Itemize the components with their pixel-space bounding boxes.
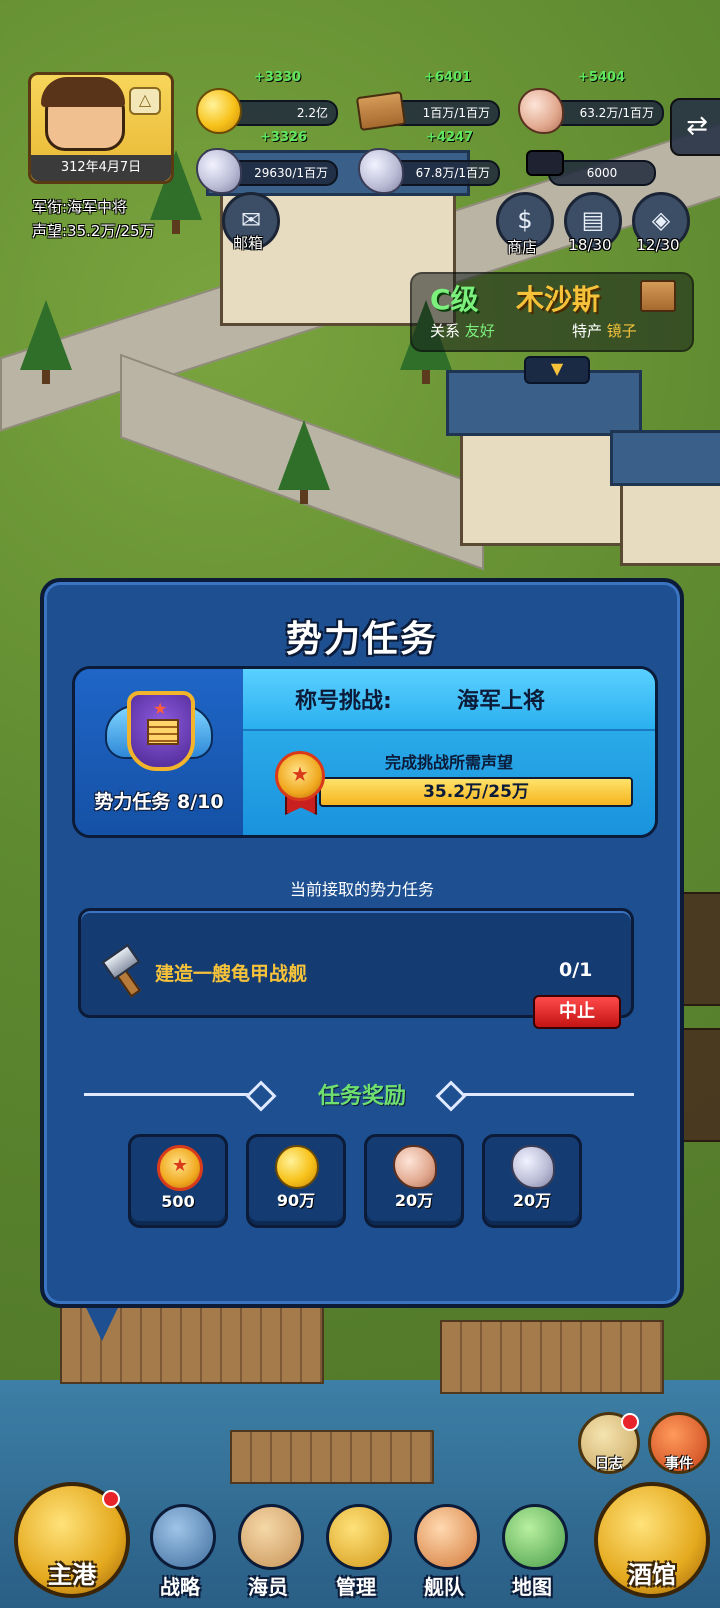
current-task-heading: 当前接取的势力任务: [289, 880, 434, 899]
map-icon: [502, 1504, 568, 1570]
current-task-card: 建造一艘龟甲战舰 0/1 中止: [78, 908, 634, 1029]
reputation-medal-icon: ★: [157, 1145, 203, 1191]
title-challenge-card: ★ 势力任务 8/10 称号挑战: 海军上将 完成挑战所需声望 35.2万/25…: [72, 666, 658, 838]
gold-coin-icon: [196, 88, 242, 134]
reward-item[interactable]: 90万: [246, 1134, 346, 1228]
academy-amount: 6000: [548, 160, 656, 186]
specialty-label: 特产: [572, 322, 603, 340]
reputation-progress-text: 35.2万/25万: [423, 782, 529, 802]
wood-plank-icon: [355, 90, 407, 132]
faction-emblem-icon: ★: [105, 687, 213, 773]
stop-task-button[interactable]: 中止: [533, 995, 621, 1029]
reward-amount: 20万: [394, 1191, 434, 1210]
gray-ore-amount: 67.8万/1百万: [388, 160, 500, 186]
rank-up-icon[interactable]: △: [129, 87, 161, 115]
emblem-shield: ★: [127, 691, 195, 771]
nav-map[interactable]: 地图: [492, 1504, 572, 1600]
ship-icon: [414, 1504, 480, 1570]
city-info-card[interactable]: C级 木沙斯 关系 友好 特产 镜子: [410, 272, 694, 352]
tree: [20, 300, 72, 384]
faction-task-panel: 势力任务 ★ 势力任务 8/10 称号挑战: 海军上将 完成挑战所需声望 35.…: [40, 578, 684, 1308]
wooden-dock: [440, 1320, 664, 1394]
expand-city-button[interactable]: ▼: [524, 356, 590, 384]
specialty-value: 镜子: [606, 322, 637, 340]
notification-dot: [621, 1413, 639, 1431]
nav-manage-label: 管理: [336, 1575, 376, 1599]
player-avatar[interactable]: △ 312年4月7日: [28, 72, 174, 184]
relation-value: 友好: [464, 322, 495, 340]
reward-item[interactable]: 20万: [364, 1134, 464, 1228]
globe-icon: [150, 1504, 216, 1570]
reward-amount: 90万: [276, 1191, 316, 1210]
swap-arrows-icon: ⇄: [686, 111, 708, 141]
hammer-head: [101, 943, 141, 981]
gray-ore-income: +4247: [426, 130, 474, 145]
pink-ore-amount: 63.2万/1百万: [548, 100, 664, 126]
silver-ore-icon: [511, 1145, 555, 1189]
ticket-counter: 12/30: [636, 236, 680, 254]
star-icon: ★: [153, 699, 168, 718]
city-name: 木沙斯: [516, 283, 601, 316]
challenge-label: 称号挑战:: [295, 689, 392, 714]
reputation-progress-bar: 35.2万/25万: [319, 777, 633, 807]
nav-strategy[interactable]: 战略: [140, 1504, 220, 1600]
house-roof: [610, 430, 720, 486]
reward-amount: 500: [161, 1192, 195, 1211]
player-reputation: 声望:35.2万/25万: [32, 222, 155, 240]
anchor-icon: [326, 1504, 392, 1570]
silver-ore-income: +3326: [260, 130, 308, 145]
panel-title: 势力任务: [285, 619, 438, 660]
hammer-icon: [101, 943, 145, 998]
gold-amount: 2.2亿: [226, 100, 338, 126]
tree: [278, 420, 330, 504]
nav-tavern[interactable]: 酒馆: [594, 1482, 710, 1598]
mail-label: 邮箱: [232, 234, 263, 252]
reward-item[interactable]: ★ 500: [128, 1134, 228, 1228]
nav-sailors[interactable]: 海员: [228, 1504, 308, 1600]
gold-coin-icon: [275, 1145, 319, 1189]
nav-fleet[interactable]: 舰队: [404, 1504, 484, 1600]
challenge-target-title: 海军上将: [457, 689, 546, 714]
reward-item[interactable]: 20万: [482, 1134, 582, 1228]
crate-icon: [640, 280, 676, 312]
task-name: 建造一艘龟甲战舰: [155, 963, 308, 985]
sailors-icon: [238, 1504, 304, 1570]
pink-ore-income: +5404: [578, 70, 626, 85]
silver-ore-amount: 29630/1百万: [226, 160, 338, 186]
nav-home-port[interactable]: 主港: [14, 1482, 130, 1598]
city-relation: 关系 友好: [430, 320, 495, 341]
city-grade: C级: [430, 283, 479, 316]
city-specialty: 特产 镜子: [572, 320, 637, 341]
reputation-medal-icon: ★: [275, 751, 325, 815]
medal-star: ★: [275, 751, 325, 801]
gold-income: +3330: [254, 70, 302, 85]
nav-map-label: 地图: [512, 1575, 552, 1599]
graduation-cap-icon: [526, 150, 564, 176]
nav-home-label: 主港: [48, 1561, 96, 1589]
avatar-hair: [41, 77, 125, 107]
player-rank: 军衔:海军中将: [32, 198, 128, 216]
nav-fleet-label: 舰队: [424, 1575, 464, 1599]
game-date: 312年4月7日: [31, 155, 171, 181]
task-progress: 0/1: [559, 959, 593, 981]
notification-dot: [102, 1490, 120, 1508]
nav-strategy-label: 战略: [160, 1575, 200, 1599]
relation-label: 关系: [430, 322, 461, 340]
chevron-down-icon: ▼: [550, 359, 564, 378]
nav-tavern-label: 酒馆: [628, 1561, 676, 1589]
nav-sailors-label: 海员: [248, 1575, 288, 1599]
emblem-bars: [147, 719, 179, 745]
pink-ore-icon: [393, 1145, 437, 1189]
nav-manage[interactable]: 管理: [316, 1504, 396, 1600]
wood-income: +6401: [424, 70, 472, 85]
bottom-navigation: 主港 战略 海员 管理 舰队 地图 酒馆: [0, 1458, 720, 1608]
swap-arrows-button[interactable]: ⇄: [670, 98, 720, 156]
faction-task-count: 势力任务 8/10: [94, 791, 224, 813]
reward-amount: 20万: [512, 1191, 552, 1210]
divider-line: [464, 1093, 634, 1096]
